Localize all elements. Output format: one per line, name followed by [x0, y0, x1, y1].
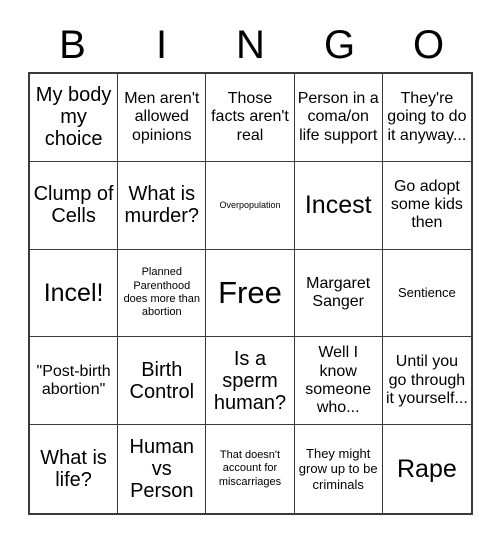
bingo-cell-label: Incel! [43, 278, 104, 307]
bingo-cell-label: Birth Control [129, 358, 195, 403]
bingo-cell-label: Clump of Cells [33, 183, 114, 228]
bingo-cell-label: Overpopulation [219, 199, 281, 210]
bingo-cell-label: Sentience [397, 285, 456, 301]
bingo-cell-r3c5[interactable]: Sentience [382, 249, 471, 338]
bingo-cell-r4c3[interactable]: Is a sperm human? [206, 337, 295, 426]
bingo-cell-r1c1[interactable]: My body my choice [30, 74, 119, 162]
bingo-cell-label: Those facts aren't real [211, 90, 289, 144]
bingo-cell-r2c4[interactable]: Incest [294, 161, 383, 250]
bingo-cell-r5c1[interactable]: What is life? [30, 425, 119, 513]
bingo-cell-r5c4[interactable]: They might grow up to be criminals [294, 425, 383, 513]
bingo-cell-label: They're going to do it anyway... [387, 90, 467, 144]
bingo-cell-label: Go adopt some kids then [390, 177, 463, 232]
bingo-cell-label: My body my choice [35, 84, 112, 151]
bingo-cell-label: They might grow up to be criminals [298, 446, 378, 492]
bingo-cell-label: Well I know someone who... [305, 344, 372, 417]
bingo-cell-r4c2[interactable]: Birth Control [118, 337, 207, 426]
bingo-free-space[interactable]: Free [206, 249, 295, 338]
bingo-cell-r2c3[interactable]: Overpopulation [206, 161, 295, 250]
bingo-cell-label: Until you go through it yourself... [385, 353, 468, 407]
bingo-cell-label: What is life? [40, 447, 107, 492]
bingo-cell-label: "Post-birth abortion" [36, 362, 111, 398]
bingo-cell-r1c3[interactable]: Those facts aren't real [206, 74, 295, 162]
bingo-header-letter-n: N [236, 23, 265, 67]
bingo-card: B I N G O My body my choice Men aren't allowe… [0, 0, 500, 544]
bingo-cell-label: Men aren't allowed opinions [124, 90, 200, 144]
bingo-grid: My body my choice Men aren't allowed opin… [28, 72, 473, 515]
bingo-header-letter-i: I [155, 23, 168, 67]
bingo-cell-r3c1[interactable]: Incel! [30, 249, 119, 338]
bingo-cell-label: Planned Parenthood does more than aborti… [123, 266, 200, 319]
bingo-header-letter-b: B [59, 23, 86, 67]
bingo-cell-r4c4[interactable]: Well I know someone who... [294, 337, 383, 426]
bingo-cell-r4c1[interactable]: "Post-birth abortion" [30, 337, 119, 426]
bingo-cell-label: What is murder? [124, 183, 200, 228]
bingo-cell-label: Rape [397, 454, 457, 483]
bingo-cell-label: Free [218, 274, 282, 310]
bingo-cell-r2c5[interactable]: Go adopt some kids then [382, 161, 471, 250]
bingo-cell-label: Margaret Sanger [306, 274, 371, 310]
bingo-cell-r1c4[interactable]: Person in a coma/on life support [294, 74, 383, 162]
bingo-cell-r2c1[interactable]: Clump of Cells [30, 161, 119, 250]
bingo-cell-r3c4[interactable]: Margaret Sanger [294, 249, 383, 338]
bingo-cell-label: That doesn't account for miscarriages [218, 448, 282, 488]
bingo-cell-r1c2[interactable]: Men aren't allowed opinions [118, 74, 207, 162]
bingo-cell-r5c5[interactable]: Rape [382, 425, 471, 513]
bingo-cell-r3c2[interactable]: Planned Parenthood does more than aborti… [118, 249, 207, 338]
bingo-cell-r4c5[interactable]: Until you go through it yourself... [382, 337, 471, 426]
bingo-cell-r1c5[interactable]: They're going to do it anyway... [382, 74, 471, 162]
bingo-cell-label: Human vs Person [129, 436, 195, 503]
bingo-cell-label: Person in a coma/on life support [297, 90, 379, 144]
bingo-cell-r5c2[interactable]: Human vs Person [118, 425, 207, 513]
bingo-header-letter-g: G [323, 23, 356, 67]
bingo-header-letter-o: O [412, 23, 445, 67]
bingo-header: BINGO [28, 18, 473, 72]
bingo-cell-r5c3[interactable]: That doesn't account for miscarriages [206, 425, 295, 513]
bingo-cell-label: Is a sperm human? [213, 347, 287, 414]
bingo-cell-label: Incest [304, 190, 372, 219]
bingo-cell-r2c2[interactable]: What is murder? [118, 161, 207, 250]
